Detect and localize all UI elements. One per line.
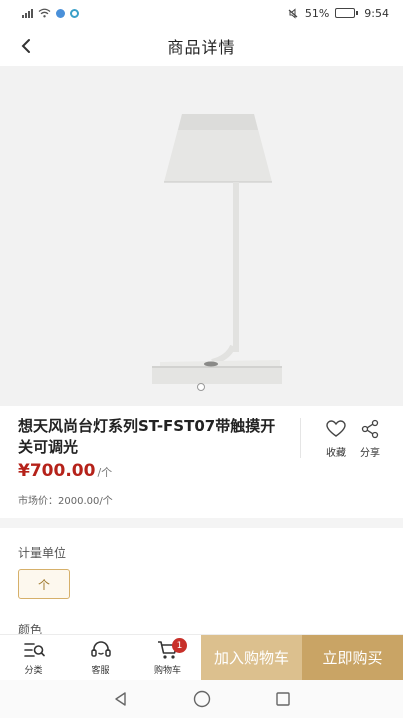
battery-icon — [335, 8, 359, 18]
status-right: 51% 9:54 — [287, 7, 389, 20]
triangle-back-icon — [114, 692, 126, 706]
market-price: 市场价：2000.00/个 — [18, 496, 113, 507]
system-recents-button[interactable] — [270, 686, 296, 712]
unit-option[interactable]: 个 — [18, 569, 70, 599]
status-left — [22, 8, 79, 18]
system-back-button[interactable] — [108, 686, 134, 712]
product-image[interactable] — [0, 66, 403, 406]
cart-badge: 1 — [172, 638, 187, 653]
divider — [300, 418, 301, 458]
category-label: 分类 — [24, 666, 43, 676]
add-to-cart-button[interactable]: 加入购物车 — [201, 635, 302, 680]
share-icon — [361, 419, 379, 439]
desk-lamp-image — [152, 114, 282, 384]
bottom-action-bar: 分类 客服 购物车 1 加入购物车 立即购买 — [0, 634, 403, 680]
clock: 9:54 — [364, 6, 389, 20]
circle-home-icon — [193, 690, 210, 708]
unit-label: 计量单位 — [18, 546, 67, 560]
category-tab[interactable]: 分类 — [0, 635, 67, 680]
price-row: ¥700.00 /个 — [18, 461, 112, 481]
app-notification-icon — [56, 8, 65, 18]
product-title: 想天风尚台灯系列ST-FST07带触摸开关可调光 — [18, 417, 276, 456]
buy-now-button[interactable]: 立即购买 — [302, 635, 403, 680]
cart-label: 购物车 — [153, 666, 181, 676]
nav-bar: 商品详情 — [0, 26, 403, 66]
share-button[interactable]: 分享 — [350, 418, 390, 459]
price-unit: /个 — [97, 466, 113, 479]
heart-icon — [326, 420, 346, 437]
favorite-label: 收藏 — [326, 448, 346, 459]
carousel-indicator — [197, 383, 205, 391]
share-label: 分享 — [360, 448, 380, 459]
signal-icon — [22, 8, 33, 18]
category-icon — [23, 643, 45, 657]
product-info: 想天风尚台灯系列ST-FST07带触摸开关可调光 收藏 分享 ¥700.00 /… — [0, 406, 403, 518]
chevron-left-icon — [21, 39, 30, 53]
service-label: 客服 — [91, 666, 110, 676]
back-button[interactable] — [14, 34, 38, 58]
price: ¥700.00 — [18, 461, 96, 481]
headset-icon — [90, 641, 111, 657]
square-recents-icon — [275, 692, 290, 706]
system-home-button[interactable] — [189, 686, 215, 712]
mute-icon — [288, 7, 298, 19]
wifi-icon — [38, 8, 51, 18]
service-tab[interactable]: 客服 — [67, 635, 134, 680]
section-gap — [0, 518, 403, 528]
cart-tab[interactable]: 购物车 1 — [134, 635, 201, 680]
spec-section: 计量单位 个 颜色 — [0, 528, 403, 637]
battery-percent: 51% — [304, 6, 330, 20]
app-notification-icon-2 — [70, 8, 79, 18]
page-title: 商品详情 — [167, 38, 236, 57]
status-bar: 51% 9:54 — [0, 0, 403, 26]
system-nav-bar — [0, 680, 403, 718]
